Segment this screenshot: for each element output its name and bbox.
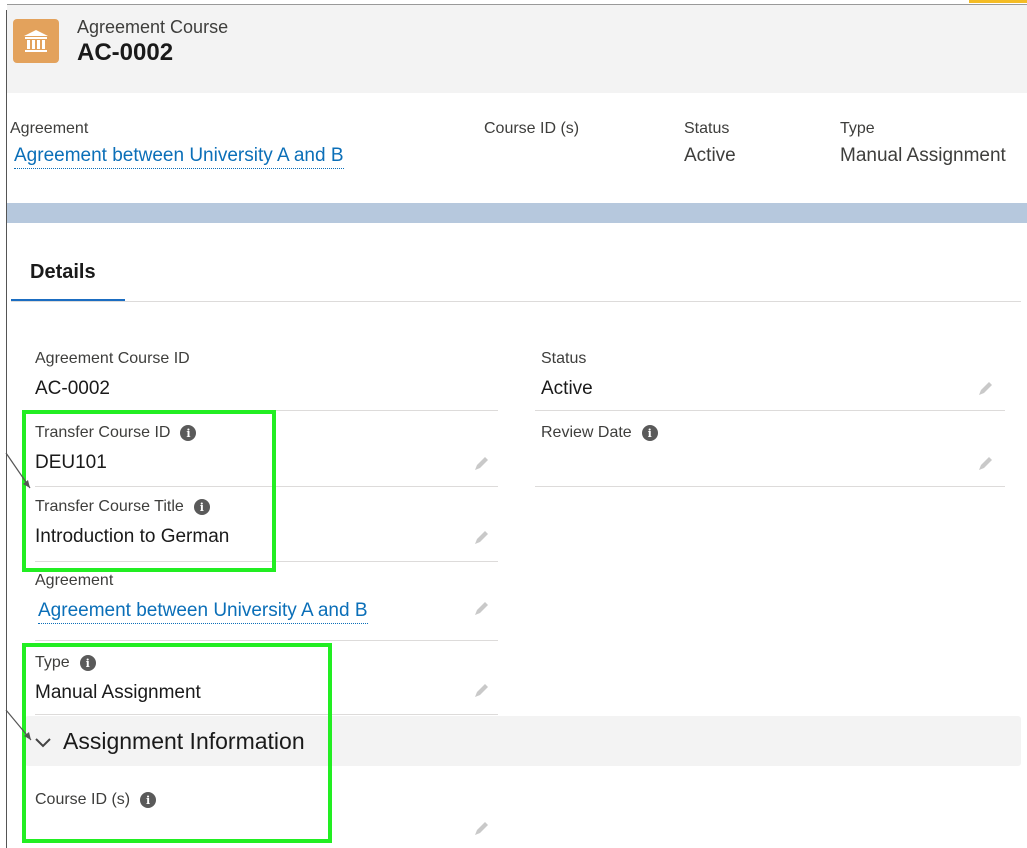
field-agreement: Agreement Agreement between University A…	[35, 572, 368, 624]
edit-pencil-icon[interactable]	[472, 529, 490, 547]
highlight-course-ids-label: Course ID (s)	[484, 120, 580, 137]
field-label: Agreement	[35, 572, 114, 589]
highlight-type-label: Type	[840, 120, 875, 137]
field-divider	[35, 640, 498, 641]
edit-pencil-icon[interactable]	[472, 455, 490, 473]
highlight-status: Status Active	[684, 120, 736, 167]
highlight-agreement-label: Agreement	[10, 120, 89, 137]
agreement-link[interactable]: Agreement between University A and B	[38, 600, 368, 624]
object-type-label: Agreement Course	[77, 17, 229, 37]
annotation-highlight-box	[22, 643, 332, 843]
edit-pencil-icon[interactable]	[472, 820, 490, 838]
highlight-type-value: Manual Assignment	[840, 145, 1006, 166]
tab-divider	[11, 301, 1021, 302]
highlight-agreement: Agreement Agreement between University A…	[10, 120, 344, 169]
highlight-type: Type Manual Assignment	[840, 120, 1006, 167]
field-agreement-course-id: Agreement Course ID AC-0002	[35, 350, 190, 400]
top-accent-bar	[969, 0, 1027, 3]
highlight-course-ids: Course ID (s)	[484, 120, 579, 145]
field-label-text: Review Date	[541, 424, 632, 441]
arrowhead-icon	[23, 480, 30, 488]
field-label: Agreement Course ID	[35, 350, 190, 367]
highlight-status-value: Active	[684, 145, 736, 166]
record-title: AC-0002	[77, 39, 174, 66]
info-icon[interactable]: i	[641, 425, 658, 441]
field-status: Status Active	[541, 350, 593, 400]
highlights-panel: Agreement Agreement between University A…	[7, 93, 1027, 203]
annotation-arrows	[5, 452, 32, 741]
field-divider	[535, 486, 1005, 487]
field-label: Status	[541, 350, 587, 367]
field-value: AC-0002	[35, 378, 110, 399]
highlight-status-label: Status	[684, 120, 730, 137]
field-value: Active	[541, 378, 593, 399]
edit-pencil-icon[interactable]	[472, 682, 490, 700]
edit-pencil-icon[interactable]	[472, 600, 490, 618]
field-divider	[535, 410, 1005, 411]
record-page: Agreement Course AC-0002 Agreement Agree…	[0, 0, 1027, 848]
annotation-highlight-box	[22, 410, 276, 572]
field-review-date: Review Date i	[541, 424, 658, 452]
highlight-agreement-link[interactable]: Agreement between University A and B	[14, 145, 344, 169]
edit-pencil-icon[interactable]	[976, 380, 994, 398]
header-divider-band	[7, 203, 1027, 223]
record-header: Agreement Course AC-0002	[7, 4, 1027, 94]
field-label: Review Date i	[541, 424, 658, 442]
edit-pencil-icon[interactable]	[976, 455, 994, 473]
